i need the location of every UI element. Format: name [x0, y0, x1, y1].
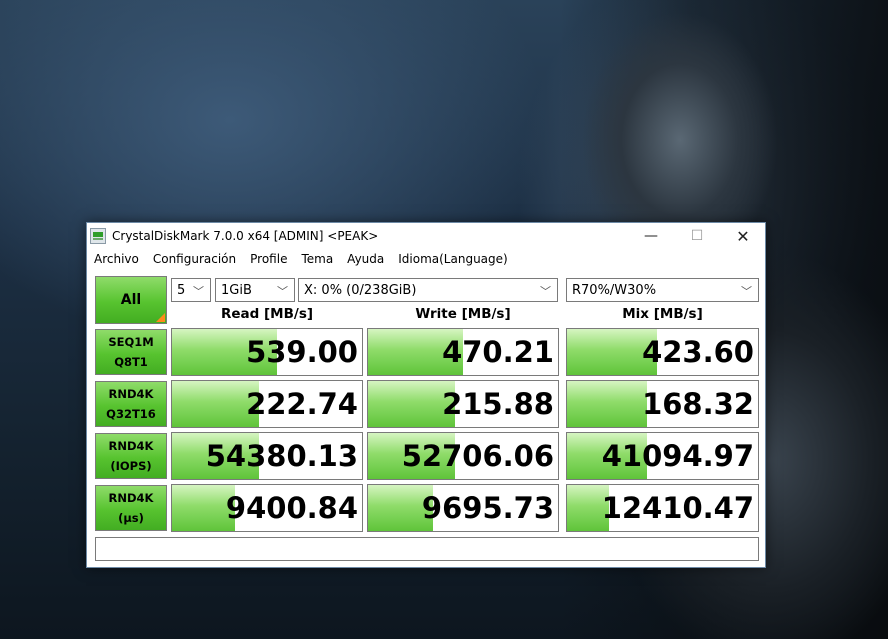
result-read-seq1m: 539.00 [171, 328, 363, 376]
result-read-rnd4k-iops: 54380.13 [171, 432, 363, 480]
result-value: 470.21 [442, 335, 554, 369]
result-value: 12410.47 [601, 491, 754, 525]
result-value: 9400.84 [225, 491, 358, 525]
result-value: 41094.97 [601, 439, 754, 473]
result-read-rnd4k-latency: 9400.84 [171, 484, 363, 532]
result-value: 54380.13 [205, 439, 358, 473]
comment-input[interactable] [95, 537, 759, 561]
crystaldiskmark-window: CrystalDiskMark 7.0.0 x64 [ADMIN] <PEAK>… [86, 222, 766, 568]
result-mix-rnd4k-q32t16: 168.32 [566, 380, 759, 428]
menu-tema[interactable]: Tema [301, 252, 333, 266]
result-value: 9695.73 [421, 491, 554, 525]
menu-archivo[interactable]: Archivo [94, 252, 139, 266]
app-disk-icon [90, 228, 106, 244]
row-button-rnd4k-iops[interactable]: RND4K (IOPS) [95, 433, 167, 479]
row-button-rnd4k-latency[interactable]: RND4K (µs) [95, 485, 167, 531]
test-count-select[interactable]: 5 ﹀ [171, 278, 211, 302]
drive-select[interactable]: X: 0% (0/238GiB) ﹀ [298, 278, 558, 302]
chevron-down-icon: ﹀ [741, 285, 752, 298]
result-write-rnd4k-iops: 52706.06 [367, 432, 559, 480]
row-label-line2: (IOPS) [110, 459, 152, 473]
row-label-line2: Q8T1 [114, 355, 148, 369]
drive-value: X: 0% (0/238GiB) [304, 282, 417, 298]
title-bar[interactable]: CrystalDiskMark 7.0.0 x64 [ADMIN] <PEAK>… [87, 223, 765, 249]
read-column-header: Read [MB/s] [220, 306, 314, 322]
menu-bar: Archivo Configuración Profile Tema Ayuda… [87, 249, 765, 269]
test-size-value: 1GiB [221, 282, 252, 298]
result-value: 52706.06 [401, 439, 554, 473]
menu-configuracion[interactable]: Configuración [153, 252, 236, 266]
row-label-line2: Q32T16 [106, 407, 156, 421]
result-value: 168.32 [642, 387, 754, 421]
menu-idioma[interactable]: Idioma(Language) [398, 252, 507, 266]
result-write-rnd4k-latency: 9695.73 [367, 484, 559, 532]
result-value: 539.00 [246, 335, 358, 369]
close-button[interactable]: ✕ [720, 223, 766, 249]
mix-ratio-value: R70%/W30% [572, 282, 657, 298]
result-write-seq1m: 470.21 [367, 328, 559, 376]
chevron-down-icon: ﹀ [540, 285, 551, 298]
result-mix-rnd4k-iops: 41094.97 [566, 432, 759, 480]
result-mix-seq1m: 423.60 [566, 328, 759, 376]
row-button-seq1m-q8t1[interactable]: SEQ1M Q8T1 [95, 329, 167, 375]
result-value: 423.60 [642, 335, 754, 369]
row-label-line1: RND4K [108, 491, 154, 505]
mix-ratio-select[interactable]: R70%/W30% ﹀ [566, 278, 759, 302]
row-label-line1: RND4K [108, 439, 154, 453]
result-value: 222.74 [246, 387, 358, 421]
run-all-label: All [120, 292, 142, 308]
result-mix-rnd4k-latency: 12410.47 [566, 484, 759, 532]
menu-ayuda[interactable]: Ayuda [347, 252, 384, 266]
write-column-header: Write [MB/s] [415, 306, 511, 322]
minimize-button[interactable]: — [628, 223, 674, 249]
chevron-down-icon: ﹀ [193, 285, 204, 298]
chevron-down-icon: ﹀ [277, 285, 288, 298]
row-label-line1: SEQ1M [108, 335, 154, 349]
run-all-button[interactable]: All [95, 276, 167, 324]
row-label-line2: (µs) [118, 511, 144, 525]
test-size-select[interactable]: 1GiB ﹀ [215, 278, 295, 302]
result-value: 215.88 [442, 387, 554, 421]
window-title: CrystalDiskMark 7.0.0 x64 [ADMIN] <PEAK> [112, 229, 379, 243]
row-button-rnd4k-q32t16[interactable]: RND4K Q32T16 [95, 381, 167, 427]
corner-marker-icon [156, 313, 165, 322]
row-label-line1: RND4K [108, 387, 154, 401]
menu-profile[interactable]: Profile [250, 252, 287, 266]
result-read-rnd4k-q32t16: 222.74 [171, 380, 363, 428]
mix-column-header: Mix [MB/s] [622, 306, 703, 322]
test-count-value: 5 [177, 282, 186, 298]
result-write-rnd4k-q32t16: 215.88 [367, 380, 559, 428]
maximize-button[interactable]: ☐ [674, 223, 720, 249]
